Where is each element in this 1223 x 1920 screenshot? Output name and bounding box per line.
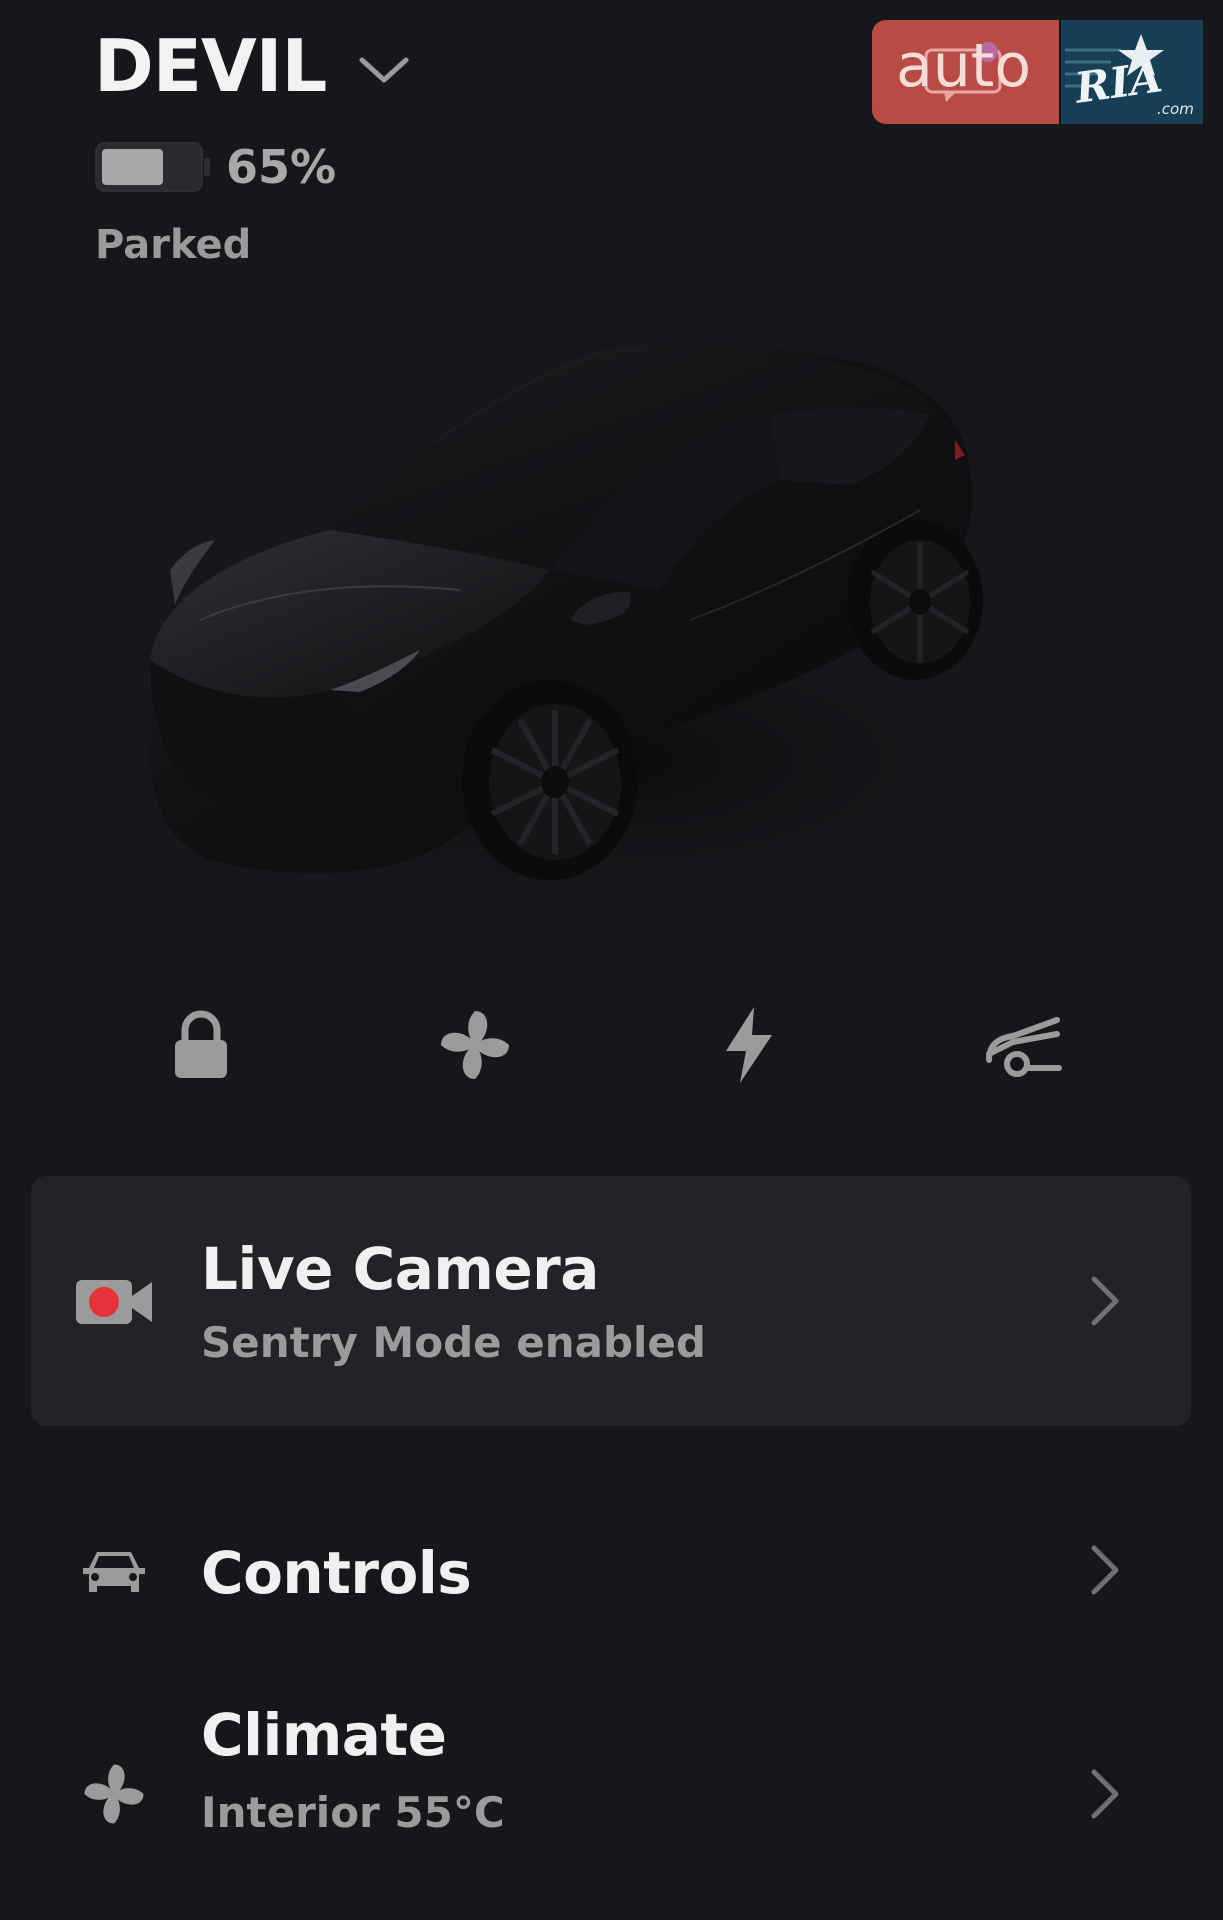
vehicle-status: Parked: [95, 222, 252, 268]
logo-domain-text: .com: [1157, 100, 1194, 118]
controls-title: Controls: [201, 1539, 472, 1607]
autoria-logo: auto RIA .com: [872, 20, 1203, 124]
vehicle-name: DEVIL: [94, 24, 327, 108]
quick-actions-row: [0, 990, 1223, 1100]
lightning-icon: [726, 1007, 772, 1083]
camera-record-icon: [74, 1262, 154, 1342]
suv-illustration: [147, 345, 1030, 910]
climate-row[interactable]: Climate Interior 55°C: [0, 1690, 1223, 1850]
lock-button[interactable]: [146, 990, 256, 1100]
live-camera-card[interactable]: Live Camera Sentry Mode enabled: [31, 1176, 1191, 1426]
logo-auto-text: auto: [896, 31, 1032, 101]
lock-icon: [175, 1010, 227, 1078]
chevron-down-icon: [359, 57, 409, 83]
car-front-icon: [74, 1532, 154, 1612]
chevron-right-icon: [1091, 1276, 1119, 1326]
live-camera-title: Live Camera: [201, 1235, 599, 1303]
climate-title: Climate: [201, 1701, 447, 1769]
logo-ria-block: RIA .com: [1061, 20, 1203, 124]
live-camera-subtitle: Sentry Mode enabled: [201, 1318, 706, 1367]
logo-auto-block: auto: [872, 20, 1059, 124]
vehicle-selector[interactable]: DEVIL: [94, 30, 412, 102]
fan-icon: [441, 1011, 509, 1079]
chevron-right-icon: [1091, 1769, 1119, 1819]
climate-button[interactable]: [420, 990, 530, 1100]
chevron-right-icon: [1091, 1545, 1119, 1595]
charge-button[interactable]: [694, 990, 804, 1100]
trunk-icon: [986, 1017, 1062, 1077]
battery-status: 65%: [94, 140, 336, 194]
battery-icon: [95, 142, 210, 192]
vehicle-home-screen: DEVIL 65% Parked auto RIA .com Live Came…: [0, 0, 1223, 1920]
fan-icon: [74, 1754, 154, 1834]
trunk-button[interactable]: [968, 990, 1078, 1100]
vehicle-image: [130, 320, 1090, 940]
controls-row[interactable]: Controls: [0, 1520, 1223, 1620]
battery-percentage: 65%: [226, 140, 337, 194]
climate-subtitle: Interior 55°C: [201, 1788, 505, 1837]
